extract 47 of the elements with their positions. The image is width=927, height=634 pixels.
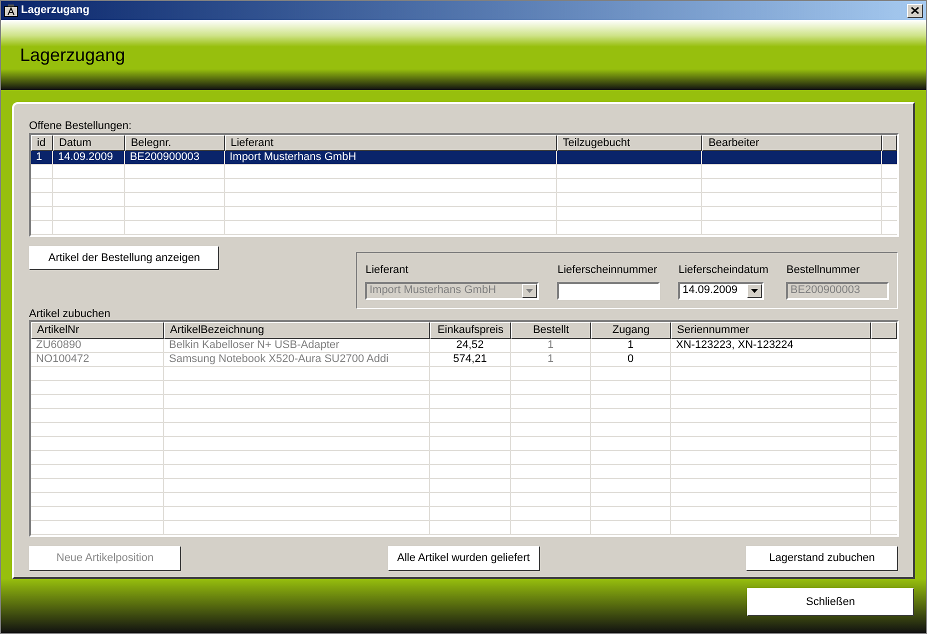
column-header[interactable]: Teilzugebucht: [556, 135, 702, 151]
table-cell: Import Musterhans GmbH: [230, 151, 356, 164]
table-row[interactable]: NO100472 Samsung Notebook X520-Aura SU2700 Addi 574,21 1 0: [31, 353, 897, 367]
window-title: Lagerzugang: [21, 3, 90, 18]
app-icon: [4, 4, 18, 17]
table-cell: 14.09.2009: [58, 151, 114, 164]
table-cell: BE200900003: [130, 151, 200, 164]
column-header[interactable]: ArtikelBezeichnung: [164, 322, 430, 339]
column-header[interactable]: Bearbeiter: [702, 135, 882, 151]
table-cell: Samsung Notebook X520-Aura SU2700 Addi: [169, 353, 389, 366]
field-label: Bestellnummer: [786, 263, 861, 278]
column-header[interactable]: ArtikelNr: [31, 322, 164, 339]
table-cell: ZU60890: [36, 339, 82, 352]
column-header[interactable]: Zugang: [591, 322, 671, 339]
action-button[interactable]: Lagerstand zubuchen: [746, 546, 898, 571]
column-header[interactable]: Seriennummer: [671, 322, 871, 339]
field-label: Lieferant: [365, 263, 410, 278]
date-picker[interactable]: 14.09.2009: [678, 282, 764, 300]
table-cell: NO100472: [36, 353, 90, 366]
section-label: Artikel zubuchen: [29, 308, 112, 320]
show-items-button[interactable]: Artikel der Bestellung anzeigen: [29, 246, 220, 270]
input-field[interactable]: [557, 282, 660, 300]
table-cell: 0: [627, 353, 634, 366]
table-cell: 1: [547, 339, 554, 352]
column-header[interactable]: Einkaufspreis: [430, 322, 511, 339]
table-cell: 1: [547, 353, 554, 366]
table-cell: 24,52: [456, 339, 484, 352]
column-header[interactable]: Datum: [52, 135, 125, 151]
table-cell: Belkin Kabelloser N+ USB-Adapter: [169, 339, 340, 352]
close-window-button[interactable]: Schließen: [747, 588, 914, 616]
table-cell: 1: [627, 339, 634, 352]
table-cell: 1: [36, 151, 42, 164]
action-button[interactable]: Alle Artikel wurden geliefert: [388, 546, 540, 571]
table-row[interactable]: ZU60890 Belkin Kabelloser N+ USB-Adapter 24,52 1 1 XN-123223, XN-123224: [31, 339, 897, 353]
column-header[interactable]: id: [31, 135, 53, 151]
close-button[interactable]: [907, 4, 923, 18]
close-icon: [911, 7, 919, 14]
column-header[interactable]: Belegnr.: [124, 135, 225, 151]
column-header[interactable]: Bestellt: [511, 322, 591, 339]
table-row[interactable]: 1 14.09.2009 BE200900003 Import Musterhans GmbH: [31, 151, 897, 165]
table-cell: XN-123223, XN-123224: [676, 339, 794, 352]
table-cell: 574,21: [453, 353, 487, 366]
header-title: Lagerzugang: [20, 44, 126, 67]
section-label: Offene Bestellungen:: [29, 119, 133, 133]
field-label: Lieferscheindatum: [678, 263, 768, 278]
column-header[interactable]: Lieferant: [224, 135, 557, 151]
field-label: Lieferscheinnummer: [557, 263, 658, 278]
